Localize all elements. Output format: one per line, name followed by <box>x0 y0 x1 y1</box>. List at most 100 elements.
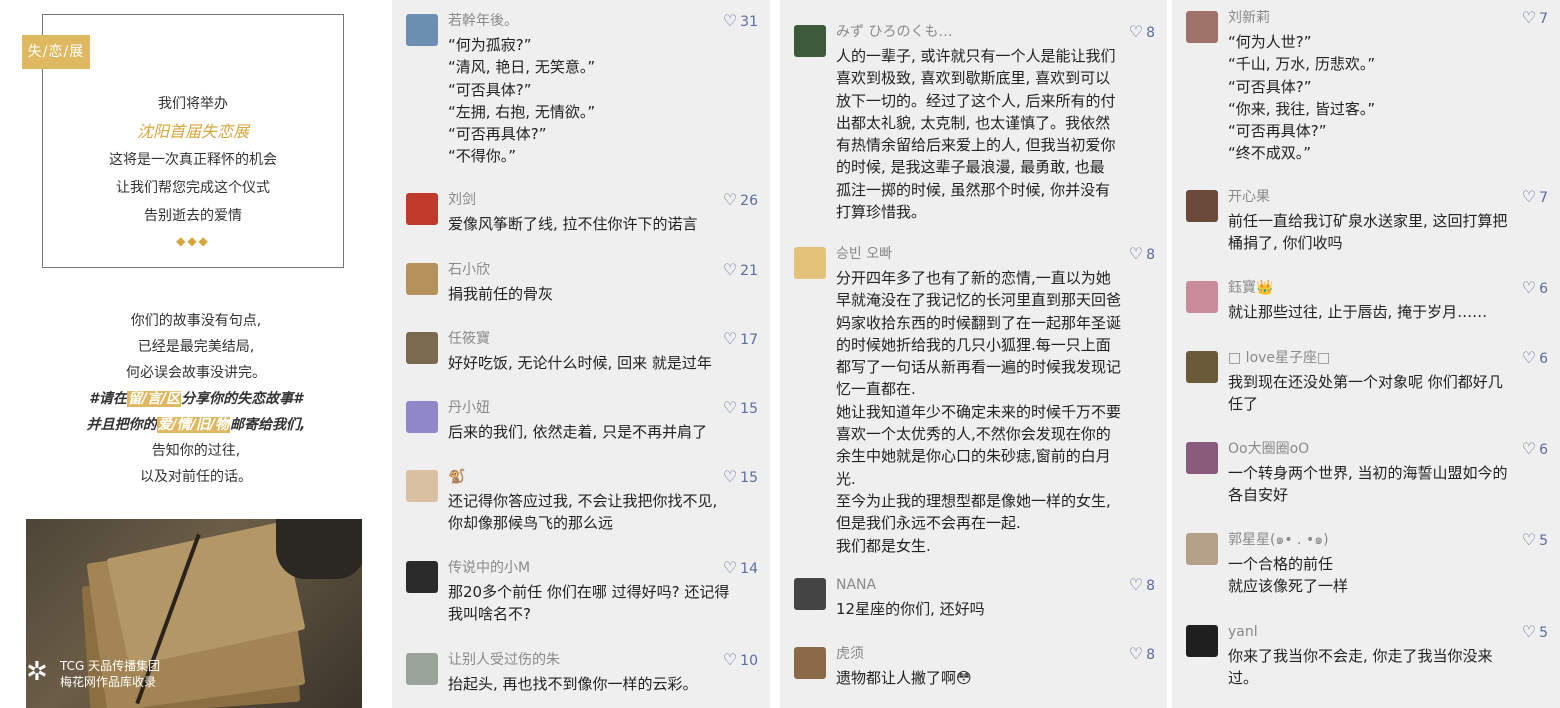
story-line: 以及对前任的话。 <box>140 469 252 485</box>
like-button[interactable]: ♡ 6 <box>1522 349 1548 368</box>
comment-line: 还记得你答应过我, 不会让我把你找不见, <box>448 492 718 510</box>
brand-line: 梅花网作品库收录 <box>60 675 157 689</box>
like-button[interactable]: ♡ 14 <box>723 559 758 578</box>
comment-line: 人的一辈子, 或许就只有一个人是能让我们 <box>836 47 1116 65</box>
comment-line: “可否再具体?” <box>448 125 547 144</box>
like-button[interactable]: ♡ 8 <box>1129 645 1155 664</box>
comment-line: 妈家收拾东西的时候翻到了在一起那年圣诞 <box>836 313 1122 332</box>
like-button[interactable]: ♡ 5 <box>1522 531 1548 550</box>
comment-text: 捐我前任的骨灰 <box>448 283 758 305</box>
ad-line: 我们将举办 <box>158 96 228 112</box>
comment-column-2: みず ひろのくも… ♡ 8 人的一辈子, 或许就只有一个人是能让我们 喜欢到极致, 喜欢… <box>780 0 1167 708</box>
like-count: 6 <box>1539 281 1548 297</box>
comment-line: 有热情余留给后来爱上的人, 但我当初爱你 <box>836 136 1116 155</box>
comment-line: “你来, 我往, 皆过客。” <box>1228 99 1376 118</box>
heart-icon: ♡ <box>722 11 738 30</box>
comment-line: 就让那些过往, 止于唇齿, 掩于岁月…… <box>1228 303 1488 321</box>
avatar[interactable] <box>1186 351 1218 383</box>
avatar[interactable] <box>794 25 826 57</box>
like-button[interactable]: ♡ 17 <box>723 330 758 349</box>
highlight-comment-area: 留/言/区 <box>126 391 182 407</box>
like-button[interactable]: ♡ 7 <box>1522 9 1548 28</box>
commenter-name[interactable]: 若幹年後。 <box>448 12 518 30</box>
like-count: 8 <box>1146 647 1155 663</box>
avatar[interactable] <box>406 263 438 295</box>
like-button[interactable]: ♡ 10 <box>723 651 758 670</box>
like-button[interactable]: ♡ 15 <box>723 468 758 487</box>
avatar[interactable] <box>406 561 438 593</box>
like-count: 31 <box>740 14 758 30</box>
like-button[interactable]: ♡ 31 <box>723 12 758 31</box>
like-button[interactable]: ♡ 6 <box>1522 440 1548 459</box>
commenter-name[interactable]: 让别人受过伤的朱 <box>448 651 560 669</box>
like-count: 5 <box>1539 533 1548 549</box>
commenter-name[interactable]: 郭星星(๑• . •๑) <box>1228 531 1329 549</box>
comment-line: 你来了我当你不会走, 你走了我当你没来 <box>1228 647 1493 665</box>
comment-line: 12星座的你们, 还好吗 <box>836 600 985 618</box>
commenter-name[interactable]: 丹小妞 <box>448 399 490 417</box>
brand-line: TCG 天品传播集团 <box>60 659 161 673</box>
story-line: 告知你的过往, <box>151 443 241 459</box>
like-button[interactable]: ♡ 6 <box>1522 279 1548 298</box>
ad-line: 这将是一次真正释怀的机会 <box>109 152 277 168</box>
avatar[interactable] <box>406 653 438 685</box>
commenter-name[interactable]: 任筱寶 <box>448 330 490 348</box>
like-button[interactable]: ♡ 8 <box>1129 245 1155 264</box>
heart-icon: ♡ <box>1128 244 1144 263</box>
heart-icon: ♡ <box>722 190 738 209</box>
comment-text: 前任一直给我订矿泉水送家里, 这回打算把 桶捐了, 你们收吗 <box>1228 210 1548 255</box>
commenter-name[interactable]: 刘剑 <box>448 191 476 209</box>
like-count: 6 <box>1539 351 1548 367</box>
like-button[interactable]: ♡ 21 <box>723 261 758 280</box>
commenter-name[interactable]: 石小欣 <box>448 261 490 279</box>
like-count: 21 <box>740 263 758 279</box>
commenter-name[interactable]: yanl <box>1228 623 1258 641</box>
avatar[interactable] <box>1186 625 1218 657</box>
commenter-name[interactable]: 🐒 <box>448 468 465 486</box>
avatar[interactable] <box>794 647 826 679</box>
like-count: 8 <box>1146 578 1155 594</box>
avatar[interactable] <box>1186 190 1218 222</box>
commenter-name[interactable]: みず ひろのくも… <box>836 23 952 41</box>
comment-line: “何为孤寂?” <box>448 36 532 54</box>
avatar[interactable] <box>1186 11 1218 43</box>
ad-headline: 沈阳首届失恋展 <box>136 122 249 141</box>
commenter-name[interactable]: NANA <box>836 576 876 594</box>
commenter-name[interactable]: 刘新莉 <box>1228 9 1270 27</box>
heart-icon: ♡ <box>1128 644 1144 663</box>
commenter-name[interactable]: □ love星子座□ <box>1228 349 1330 367</box>
avatar[interactable] <box>406 332 438 364</box>
avatar[interactable] <box>1186 442 1218 474</box>
like-button[interactable]: ♡ 7 <box>1522 188 1548 207</box>
like-count: 14 <box>740 561 758 577</box>
story-line: 你们的故事没有句点, <box>130 313 262 329</box>
heart-icon: ♡ <box>1521 622 1537 641</box>
commenter-name[interactable]: Oo大圈圈oO <box>1228 440 1309 458</box>
like-button[interactable]: ♡ 5 <box>1522 623 1548 642</box>
like-button[interactable]: ♡ 26 <box>723 191 758 210</box>
commenter-name[interactable]: 鈺寶👑 <box>1228 279 1273 297</box>
like-count: 5 <box>1539 625 1548 641</box>
comment-line: 她让我知道年少不确定未来的时候千万不要 <box>836 402 1122 421</box>
avatar[interactable] <box>1186 533 1218 565</box>
avatar[interactable] <box>406 470 438 502</box>
left-poster-panel: 失/恋/展 我们将举办 沈阳首届失恋展 这将是一次真正释怀的机会 让我们帮您完成… <box>0 0 388 708</box>
like-button[interactable]: ♡ 8 <box>1129 576 1155 595</box>
like-button[interactable]: ♡ 15 <box>723 399 758 418</box>
comment-text: “何为孤寂?” “清风, 艳日, 无笑意。” “可否具体?” “左拥, 右抱, 无情欲… <box>448 34 758 168</box>
commenter-name[interactable]: 开心果 <box>1228 188 1270 206</box>
commenter-name[interactable]: 승빈 오빠 <box>836 245 892 263</box>
like-count: 17 <box>740 332 758 348</box>
like-button[interactable]: ♡ 8 <box>1129 23 1155 42</box>
avatar[interactable] <box>406 14 438 46</box>
comment-line: 光. <box>836 469 856 488</box>
avatar[interactable] <box>406 401 438 433</box>
comment-line: 抬起头, 再也找不到像你一样的云彩。 <box>448 675 698 693</box>
comment-line: 爱像风筝断了线, 拉不住你许下的诺言 <box>448 215 698 233</box>
avatar[interactable] <box>794 247 826 279</box>
avatar[interactable] <box>794 578 826 610</box>
avatar[interactable] <box>406 193 438 225</box>
commenter-name[interactable]: 传说中的小M <box>448 559 530 577</box>
avatar[interactable] <box>1186 281 1218 313</box>
commenter-name[interactable]: 虎须 <box>836 645 864 663</box>
